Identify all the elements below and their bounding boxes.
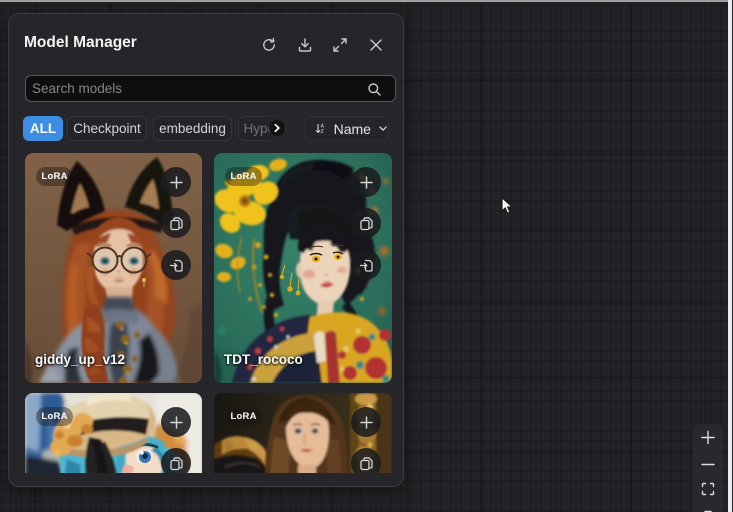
svg-text:Z: Z <box>321 129 324 135</box>
